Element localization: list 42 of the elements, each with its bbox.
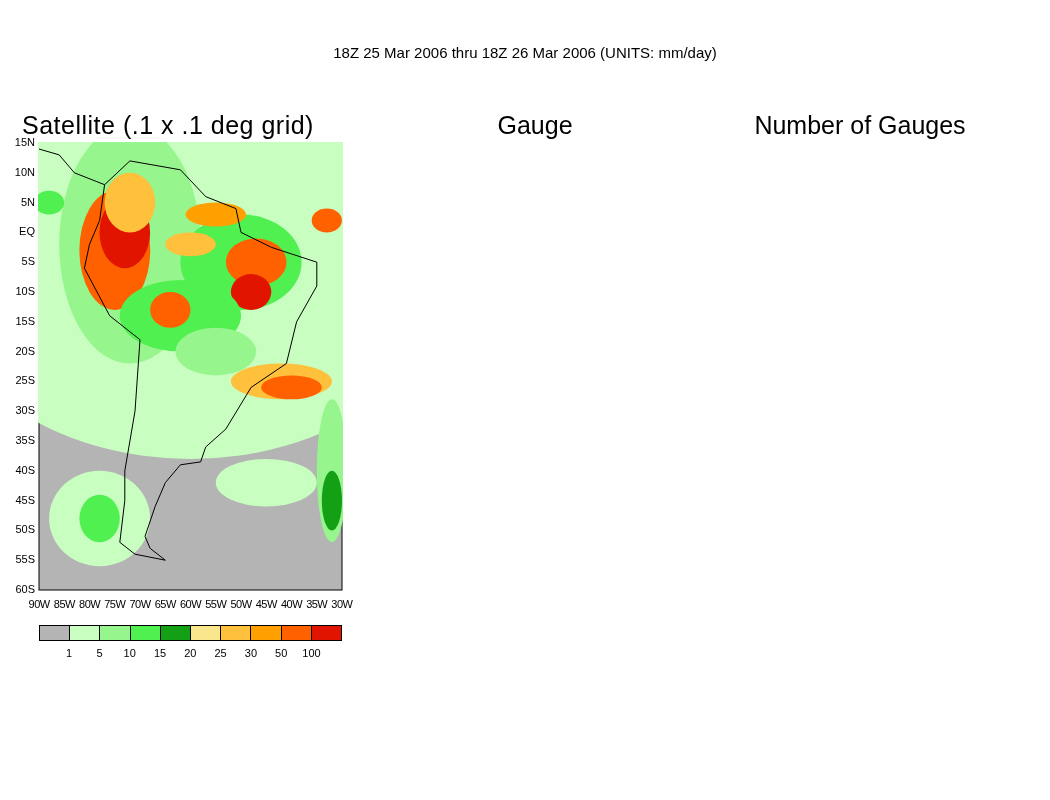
latitude-label: 15N [14,136,36,148]
panel-title: Satellite (.1 x .1 deg grid) [22,110,315,139]
longitude-label: 35W [305,598,329,610]
longitude-label: 75W [103,598,127,610]
scale-label: 25 [213,647,228,659]
latitude-label: 30S [15,404,36,417]
scale-label: 20 [183,647,198,659]
panel-title: Number of Gauges [754,110,966,140]
longitude-label: 70W [128,598,152,610]
longitude-label: 45W [254,598,279,610]
latitude-label: 5S [21,255,36,268]
longitude-label: 55W [204,598,228,610]
latitude-label: 20S [15,344,36,357]
latitude-label: 50S [15,523,36,536]
latitude-label: 35S [15,433,36,446]
longitude-label: 90W [27,598,51,610]
longitude-label: 60W [178,598,203,610]
scale-label: 5 [95,647,104,659]
latitude-label: 10N [14,165,36,178]
longitude-label: 50W [229,598,253,610]
longitude-label: 30W [330,598,354,610]
latitude-label: 45S [15,493,36,506]
latitude-label: 55S [15,553,36,566]
longitude-label: 40W [279,598,304,610]
scale-label: 30 [243,647,259,659]
scale-label: 50 [274,647,289,659]
latitude-label: 25S [15,374,36,387]
latitude-label: 10S [15,285,36,297]
panel-title: Gauge [497,110,573,140]
latitude-label: 5N [20,195,36,208]
latitude-label: 15S [15,314,36,327]
longitude-label: 85W [52,598,77,610]
latitude-label: 40S [15,463,36,476]
longitude-label: 65W [153,598,178,610]
scale-label: 1 [65,647,74,659]
latitude-label: 60S [15,582,36,595]
scale-label: 10 [122,647,137,659]
latitude-label: EQ [19,225,36,238]
scale-label: 100 [301,647,322,659]
plot-title: 18Z 25 Mar 2006 thru 18Z 26 Mar 2006 (UNITS: mm/day) [332,43,718,63]
scale-label: 15 [152,647,168,659]
longitude-label: 80W [78,598,102,610]
